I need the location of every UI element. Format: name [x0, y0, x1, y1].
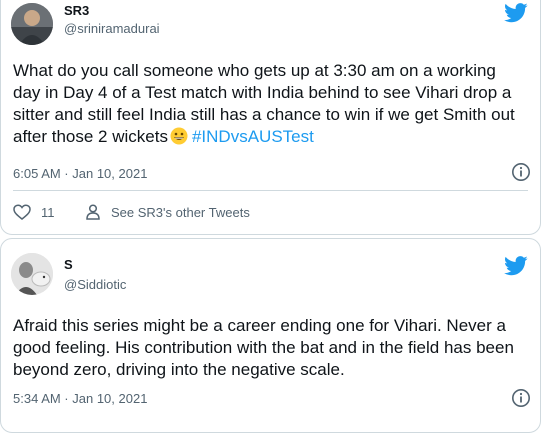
- like-button[interactable]: 11: [13, 204, 55, 220]
- tweet-text: Afraid this series might be a career end…: [13, 316, 514, 379]
- author-handle[interactable]: @sriniramadurai: [64, 21, 160, 36]
- like-count: 11: [41, 204, 55, 220]
- info-icon[interactable]: [511, 388, 531, 408]
- see-other-tweets-label: See SR3's other Tweets: [111, 204, 250, 220]
- tweet-card[interactable]: SR3 @sriniramadurai What do you call som…: [0, 0, 541, 235]
- divider: [13, 190, 528, 191]
- author-handle[interactable]: @Siddiotic: [64, 277, 126, 292]
- avatar[interactable]: [11, 3, 53, 45]
- timestamp[interactable]: 5:34 AM · Jan 10, 2021: [13, 391, 147, 406]
- avatar[interactable]: [11, 253, 53, 295]
- twitter-bird-icon[interactable]: [504, 3, 528, 23]
- author-name[interactable]: S: [64, 257, 73, 272]
- tweet-text: What do you call someone who gets up at …: [13, 60, 518, 148]
- twitter-bird-icon[interactable]: [504, 256, 528, 276]
- heart-icon: [13, 204, 31, 220]
- info-icon[interactable]: [511, 162, 531, 182]
- grinning-face-icon: [170, 127, 188, 145]
- person-icon: [86, 204, 100, 220]
- author-name[interactable]: SR3: [64, 3, 89, 18]
- see-other-tweets-link[interactable]: See SR3's other Tweets: [85, 204, 250, 220]
- hashtag-link[interactable]: #INDvsAUSTest: [192, 127, 314, 146]
- timestamp[interactable]: 6:05 AM · Jan 10, 2021: [13, 166, 147, 181]
- tweet-card[interactable]: S @Siddiotic Afraid this series might be…: [0, 238, 541, 433]
